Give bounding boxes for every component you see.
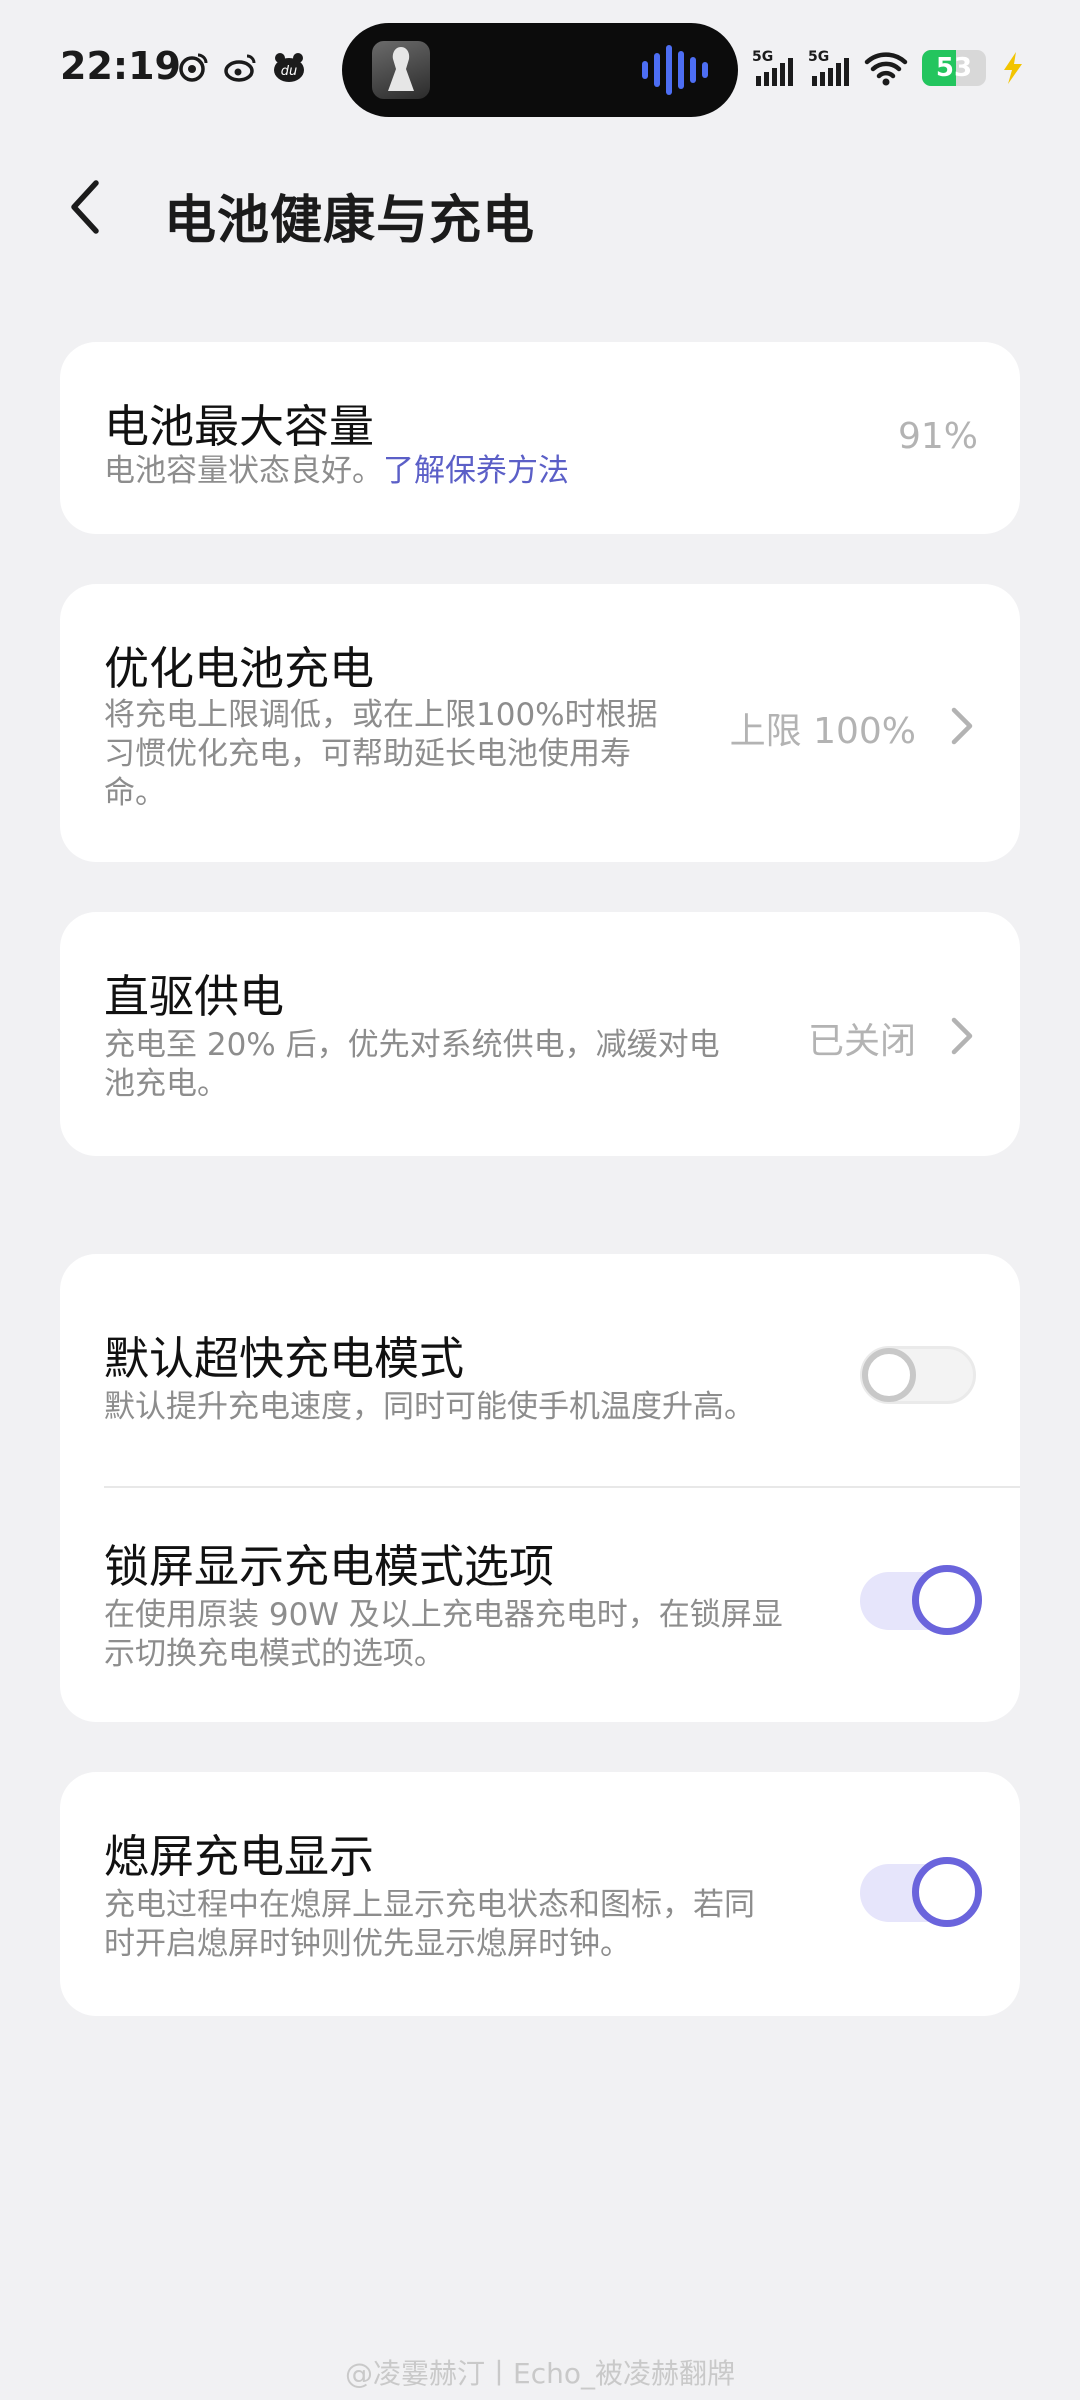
dewu-icon: du — [274, 53, 304, 82]
battery-capacity-value: 91% — [897, 416, 978, 457]
notification-icons: du — [176, 50, 306, 84]
optimized-charging-value: 上限 100% — [729, 711, 916, 752]
weibo-icon — [224, 54, 256, 82]
back-button[interactable] — [56, 172, 116, 242]
aod-charging-desc-1: 充电过程中在熄屏上显示充电状态和图标，若同 — [104, 1887, 755, 1923]
lockscreen-options-desc-1: 在使用原装 90W 及以上充电器充电时，在锁屏显 — [104, 1597, 783, 1633]
media-thumbnail — [372, 41, 430, 99]
lockscreen-options-toggle[interactable] — [860, 1565, 982, 1635]
network-2-label: 5G — [808, 49, 829, 65]
aod-charging-card: 熄屏充电显示 充电过程中在熄屏上显示充电状态和图标，若同 时开启熄屏时钟则优先显… — [60, 1772, 1020, 2016]
optimized-charging-desc-1: 将充电上限调低，或在上限100%时根据 — [104, 697, 658, 733]
aod-charging-toggle[interactable] — [860, 1857, 982, 1927]
dynamic-island[interactable] — [342, 23, 738, 117]
status-bar: 22:19 du 5G 5G 53 — [0, 0, 1080, 140]
battery-capacity-title: 电池最大容量 — [104, 400, 375, 453]
battery-indicator: 53 — [922, 50, 986, 86]
page-title: 电池健康与充电 — [164, 191, 536, 251]
signal-5g-icon: 5G — [752, 49, 793, 86]
toggle-knob — [912, 1857, 982, 1927]
audio-wave-icon — [642, 45, 708, 95]
optimized-charging-desc-2: 习惯优化充电，可帮助延长电池使用寿 — [104, 736, 631, 772]
optimized-charging-desc-3: 命。 — [104, 775, 166, 811]
weibo-icon — [179, 53, 208, 82]
artist-silhouette-icon — [388, 47, 414, 91]
lockscreen-options-row[interactable]: 锁屏显示充电模式选项 在使用原装 90W 及以上充电器充电时，在锁屏显 示切换充… — [60, 1488, 1020, 1722]
optimized-charging-card[interactable]: 优化电池充电 将充电上限调低，或在上限100%时根据 习惯优化充电，可帮助延长电… — [60, 584, 1020, 862]
direct-power-desc-1: 充电至 20% 后，优先对系统供电，减缓对电 — [104, 1027, 720, 1063]
direct-power-value: 已关闭 — [807, 1021, 916, 1062]
direct-power-desc-2: 池充电。 — [104, 1066, 228, 1102]
aod-charging-desc-2: 时开启熄屏时钟则优先显示熄屏时钟。 — [104, 1926, 631, 1962]
wifi-icon — [864, 52, 908, 86]
super-fast-row[interactable]: 默认超快充电模式 默认提升充电速度，同时可能使手机温度升高。 — [60, 1254, 1020, 1486]
status-time: 22:19 — [60, 44, 181, 88]
care-tips-link[interactable]: 了解保养方法 — [383, 453, 569, 489]
chevron-right-icon — [951, 1017, 973, 1055]
aod-charging-title: 熄屏充电显示 — [104, 1830, 375, 1883]
toggle-knob — [862, 1348, 916, 1402]
watermark: @凌霎赫汀丨Echo_被凌赫翻牌 — [345, 2357, 735, 2390]
battery-capacity-status: 电池容量状态良好。 — [104, 453, 383, 489]
aod-charging-row[interactable]: 熄屏充电显示 充电过程中在熄屏上显示充电状态和图标，若同 时开启熄屏时钟则优先显… — [60, 1772, 1020, 2016]
battery-capacity-card: 电池最大容量 电池容量状态良好。了解保养方法 91% — [60, 342, 1020, 534]
battery-capacity-desc: 电池容量状态良好。了解保养方法 — [104, 452, 569, 491]
svg-text:du: du — [281, 64, 298, 79]
lockscreen-options-desc-2: 示切换充电模式的选项。 — [104, 1636, 445, 1672]
direct-power-title: 直驱供电 — [104, 970, 285, 1023]
optimized-charging-title: 优化电池充电 — [104, 642, 375, 695]
direct-power-card[interactable]: 直驱供电 充电至 20% 后，优先对系统供电，减缓对电 池充电。 已关闭 — [60, 912, 1020, 1156]
lockscreen-options-title: 锁屏显示充电模式选项 — [104, 1540, 555, 1593]
charging-bolt-icon — [1004, 52, 1022, 84]
status-right-icons: 5G 5G 53 — [752, 48, 1026, 88]
chevron-right-icon — [951, 707, 973, 745]
charging-mode-card: 默认超快充电模式 默认提升充电速度，同时可能使手机温度升高。 锁屏显示充电模式选… — [60, 1254, 1020, 1722]
super-fast-toggle[interactable] — [860, 1346, 976, 1404]
toggle-knob — [912, 1565, 982, 1635]
back-arrow-icon — [71, 180, 99, 234]
battery-level: 53 — [935, 53, 973, 83]
super-fast-title: 默认超快充电模式 — [104, 1332, 465, 1385]
super-fast-desc: 默认提升充电速度，同时可能使手机温度升高。 — [104, 1389, 755, 1425]
signal-5g-icon: 5G — [808, 49, 849, 86]
network-1-label: 5G — [752, 49, 773, 65]
